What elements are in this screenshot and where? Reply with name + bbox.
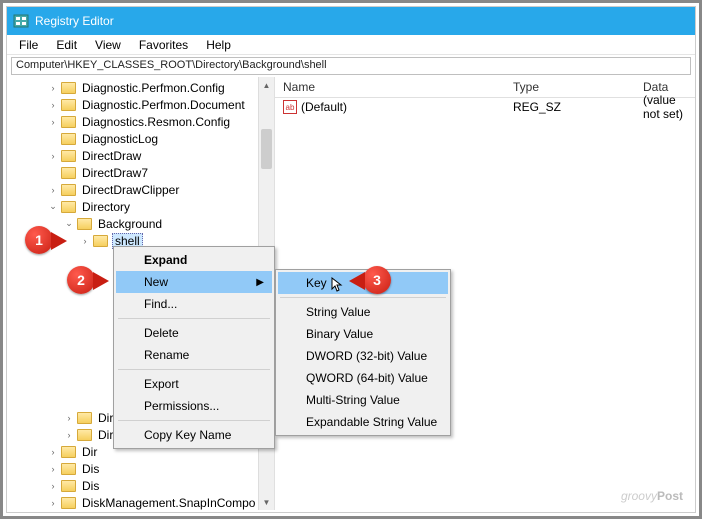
- tree-item[interactable]: Diagnostics.Resmon.Config: [80, 115, 232, 129]
- submenu-arrow-icon: ▶: [256, 277, 264, 288]
- list-header: Name Type Data: [275, 77, 695, 98]
- menu-favorites[interactable]: Favorites: [131, 36, 196, 54]
- menu-find[interactable]: Find...: [116, 293, 272, 315]
- expand-icon[interactable]: [47, 184, 59, 196]
- value-name: (Default): [301, 100, 347, 114]
- menu-export[interactable]: Export: [116, 373, 272, 395]
- menu-permissions[interactable]: Permissions...: [116, 395, 272, 417]
- menu-edit[interactable]: Edit: [48, 36, 85, 54]
- submenu-expandable-string[interactable]: Expandable String Value: [278, 411, 448, 433]
- tree-item[interactable]: Diagnostic.Perfmon.Document: [80, 98, 247, 112]
- folder-icon: [93, 235, 108, 247]
- menu-view[interactable]: View: [87, 36, 129, 54]
- menu-help[interactable]: Help: [198, 36, 239, 54]
- value-data: (value not set): [635, 93, 695, 121]
- folder-icon: [61, 99, 76, 111]
- regedit-icon: [13, 13, 29, 29]
- submenu-qword[interactable]: QWORD (64-bit) Value: [278, 367, 448, 389]
- folder-icon: [61, 497, 76, 509]
- menu-rename[interactable]: Rename: [116, 344, 272, 366]
- folder-icon: [61, 82, 76, 94]
- tree-item-background[interactable]: Background: [96, 217, 164, 231]
- folder-icon: [61, 133, 76, 145]
- string-value-icon: ab: [283, 100, 297, 114]
- folder-icon: [77, 218, 92, 230]
- title-bar: Registry Editor: [7, 7, 695, 35]
- address-bar: Computer\HKEY_CLASSES_ROOT\Directory\Bac…: [7, 55, 695, 77]
- tree-item[interactable]: DiagnosticLog: [80, 132, 160, 146]
- expand-icon[interactable]: [47, 150, 59, 162]
- menu-separator: [118, 420, 270, 421]
- tree-item[interactable]: Dis: [80, 479, 101, 493]
- column-type[interactable]: Type: [505, 77, 635, 97]
- scroll-up-icon[interactable]: ▲: [259, 77, 274, 93]
- tree-item[interactable]: DirectDraw7: [80, 166, 150, 180]
- menu-separator: [118, 369, 270, 370]
- list-row[interactable]: ab(Default) REG_SZ (value not set): [275, 98, 695, 116]
- folder-icon: [61, 150, 76, 162]
- folder-icon: [61, 116, 76, 128]
- expand-icon[interactable]: [63, 412, 75, 424]
- menu-separator: [280, 297, 446, 298]
- folder-icon: [61, 167, 76, 179]
- expand-icon[interactable]: [79, 235, 91, 247]
- menu-bar: File Edit View Favorites Help: [7, 35, 695, 55]
- folder-icon: [61, 480, 76, 492]
- value-type: REG_SZ: [505, 100, 635, 114]
- scroll-thumb[interactable]: [261, 129, 272, 169]
- callout-1: 1: [25, 226, 69, 256]
- tree-item-directory[interactable]: Directory: [80, 200, 132, 214]
- menu-expand[interactable]: Expand: [116, 249, 272, 271]
- submenu-dword[interactable]: DWORD (32-bit) Value: [278, 345, 448, 367]
- menu-separator: [118, 318, 270, 319]
- cursor-icon: [331, 277, 347, 293]
- callout-2: 2: [67, 266, 111, 296]
- expand-icon[interactable]: [47, 99, 59, 111]
- tree-item[interactable]: Dir: [80, 445, 99, 459]
- watermark: groovyPost: [621, 483, 683, 506]
- expand-icon[interactable]: [47, 446, 59, 458]
- menu-new[interactable]: New▶: [116, 271, 272, 293]
- expand-icon[interactable]: [47, 497, 59, 509]
- expand-icon[interactable]: [47, 116, 59, 128]
- tree-item[interactable]: DiskManagement.SnapInCompo: [80, 496, 257, 510]
- tree-item[interactable]: DirectDrawClipper: [80, 183, 181, 197]
- expand-icon[interactable]: [47, 480, 59, 492]
- submenu-multi-string[interactable]: Multi-String Value: [278, 389, 448, 411]
- column-name[interactable]: Name: [275, 77, 505, 97]
- menu-file[interactable]: File: [11, 36, 46, 54]
- menu-delete[interactable]: Delete: [116, 322, 272, 344]
- folder-icon: [61, 463, 76, 475]
- context-menu: Expand New▶ Find... Delete Rename Export…: [113, 246, 275, 449]
- scroll-down-icon[interactable]: ▼: [259, 494, 274, 510]
- expand-icon[interactable]: [47, 82, 59, 94]
- tree-item[interactable]: Dis: [80, 462, 101, 476]
- tree-item[interactable]: DirectDraw: [80, 149, 143, 163]
- window-title: Registry Editor: [35, 14, 114, 28]
- address-input[interactable]: Computer\HKEY_CLASSES_ROOT\Directory\Bac…: [11, 57, 691, 75]
- folder-icon: [77, 412, 92, 424]
- collapse-icon[interactable]: [47, 201, 59, 213]
- folder-icon: [61, 201, 76, 213]
- submenu-string[interactable]: String Value: [278, 301, 448, 323]
- menu-copy-key-name[interactable]: Copy Key Name: [116, 424, 272, 446]
- folder-icon: [61, 184, 76, 196]
- expand-icon[interactable]: [47, 463, 59, 475]
- submenu-binary[interactable]: Binary Value: [278, 323, 448, 345]
- tree-item[interactable]: Diagnostic.Perfmon.Config: [80, 81, 227, 95]
- expand-icon[interactable]: [63, 429, 75, 441]
- callout-3: 3: [363, 266, 407, 296]
- folder-icon: [61, 446, 76, 458]
- folder-icon: [77, 429, 92, 441]
